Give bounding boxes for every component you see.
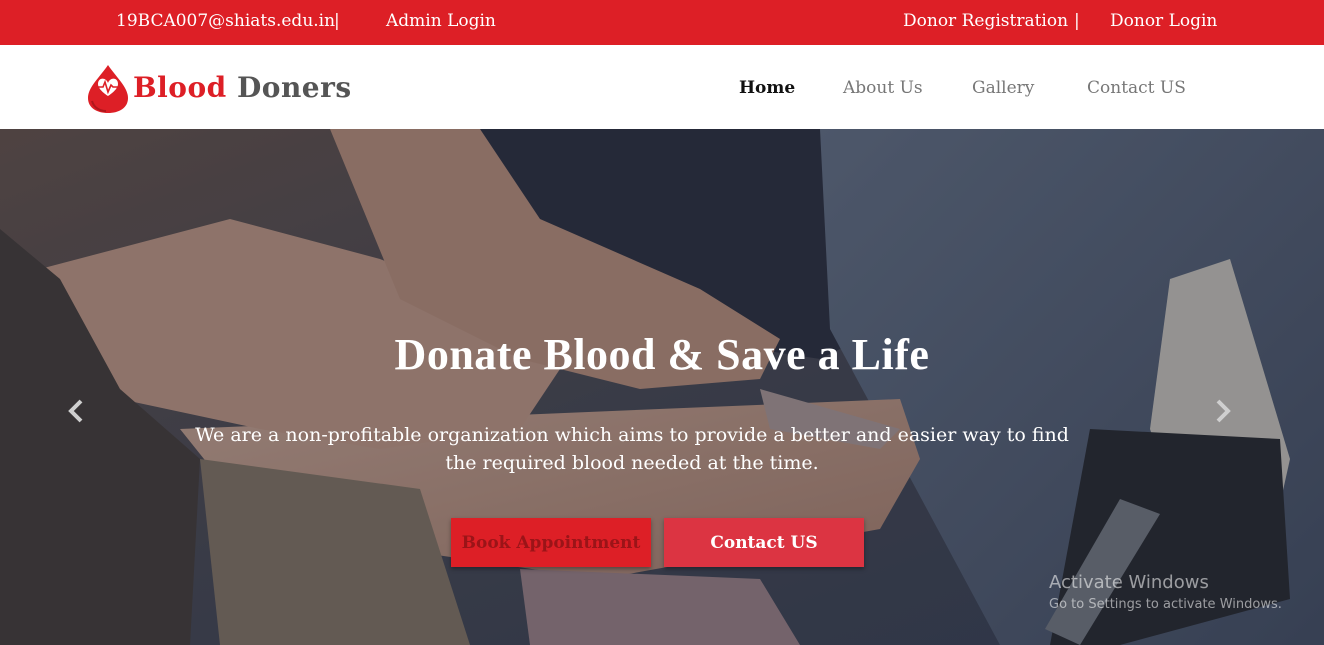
logo-word-blood: Blood [133,71,227,104]
separator: | [334,11,340,31]
watermark-line-1: Activate Windows [1049,572,1209,593]
nav-about-us[interactable]: About Us [843,78,923,98]
nav-home[interactable]: Home [739,78,795,98]
hero-carousel: Donate Blood & Save a Life We are a non-… [0,129,1324,645]
logo-word-doners: Doners [236,71,352,104]
nav-contact-us[interactable]: Contact US [1087,78,1186,98]
contact-us-button[interactable]: Contact US [664,518,864,567]
chevron-left-icon [68,399,83,423]
watermark-line-2: Go to Settings to activate Windows. [1049,597,1282,612]
donor-login-link[interactable]: Donor Login [1110,11,1217,31]
hero-title: Donate Blood & Save a Life [394,330,930,379]
nav-gallery[interactable]: Gallery [972,78,1034,98]
blood-drop-heart-icon [88,65,128,113]
carousel-next-button[interactable] [1213,397,1233,425]
hero-subtitle: We are a non-profitable organization whi… [195,424,1069,474]
top-bar: 19BCA007@shiats.edu.in | Admin Login Don… [0,0,1324,45]
book-appointment-button[interactable]: Book Appointment [451,518,651,567]
admin-login-link[interactable]: Admin Login [386,11,496,31]
chevron-right-icon [1216,399,1231,423]
logo-text: Blood Doners [133,71,352,104]
separator: | [1074,11,1080,31]
donor-registration-link[interactable]: Donor Registration [903,11,1068,31]
main-header: Blood Doners Home About Us Gallery Conta… [0,45,1324,129]
site-logo[interactable]: Blood Doners [86,63,351,115]
carousel-prev-button[interactable] [66,397,86,425]
email-link[interactable]: 19BCA007@shiats.edu.in [116,11,335,31]
windows-activation-watermark: Activate Windows Go to Settings to activ… [1049,572,1282,612]
hero-overlay [0,129,1324,645]
